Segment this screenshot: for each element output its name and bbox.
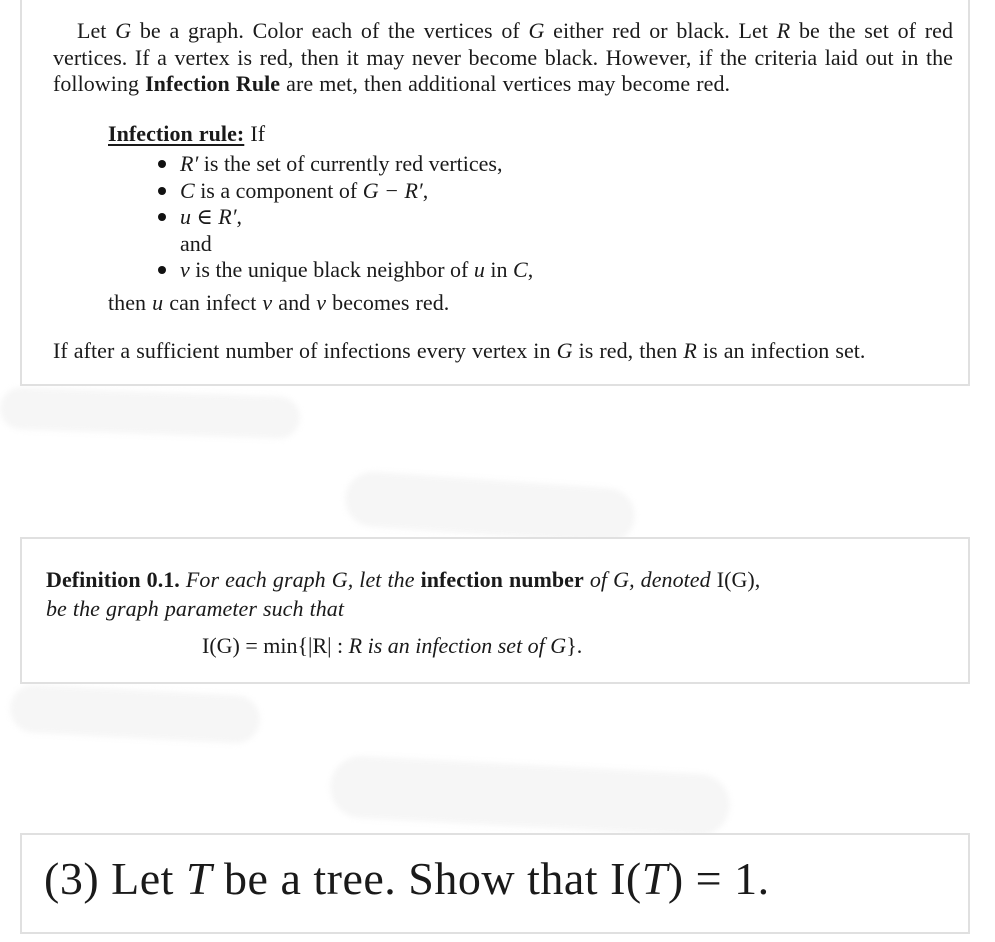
problem-statement: (3) Let T be a tree. Show that I(T) = 1. [44,849,770,909]
text: is the set of currently red vertices, [198,151,503,176]
math: R′ [180,151,199,176]
math: u ∈ R′ [180,204,237,229]
list-item: v is the unique black neighbor of u in C… [152,257,533,284]
text: can infect [163,290,263,315]
intro-paragraph: Let G be a graph. Color each of the vert… [53,18,953,98]
math: v [316,290,327,315]
text: Let [99,853,186,904]
infection-set-definition: If after a sufficient number of infectio… [53,338,963,365]
math-G: G [528,18,545,43]
definition-box: Definition 0.1. For each graph G, let th… [20,537,970,684]
bullet-icon [158,160,166,168]
formula-part: R is an infection set of G [348,633,567,658]
bold-term: Infection Rule [145,71,281,96]
text: of G, denoted [583,567,717,592]
definition-formula: I(G) = min{|R| : R is an infection set o… [202,633,582,659]
text: and [272,290,317,315]
text: is an infection set. [696,338,866,363]
background-smudge [0,386,301,440]
math-G: G [115,18,132,43]
list-connector: and [152,231,533,258]
background-smudge [8,683,262,745]
definition-text: Definition 0.1. For each graph G, let th… [46,565,956,623]
list-item: u ∈ R′, [152,204,533,231]
notation: I(G), [716,567,761,592]
formula-part: I(G) = min{|R| : [202,633,349,658]
text: be a tree. Show that I( [212,853,642,904]
text: be a graph. Color each of the vertices o… [131,18,529,43]
problem-number: (3) [44,853,100,904]
text: If after a sufficient number of infectio… [53,338,557,363]
math: T [641,853,668,904]
rule-conclusion: then u can infect v and v becomes red. [108,290,449,317]
rule-conditions-list: R′ is the set of currently red vertices,… [152,151,533,284]
math: R [683,338,697,363]
math: G − R′ [362,177,423,203]
math: u [152,290,164,315]
text: If [244,121,266,146]
text: , [422,177,429,203]
math: v [180,257,190,282]
text: For each graph G, let the [179,567,421,592]
math: C [513,257,528,282]
rule-title: Infection rule: [108,121,245,146]
text: then [108,290,153,315]
math: T [185,853,213,904]
math: u [473,257,485,282]
math: G [556,338,573,363]
list-item: R′ is the set of currently red vertices, [152,151,533,178]
bullet-icon [158,266,166,274]
infection-rule-box: Let G be a graph. Color each of the vert… [20,0,970,386]
formula-part: }. [566,633,583,658]
background-smudge [328,754,732,838]
text: be the graph parameter such that [46,596,345,621]
bold-term: infection number [420,567,584,592]
text: , [236,204,243,229]
background-smudge [343,469,637,546]
text: are met, then additional vertices may be… [280,71,731,96]
text: is a component of [194,177,363,203]
math-R: R [776,18,791,43]
definition-label: Definition 0.1. [46,567,180,592]
bullet-icon [158,213,166,221]
text: ) = 1. [667,853,770,904]
math: v [262,290,273,315]
problem-box: (3) Let T be a tree. Show that I(T) = 1. [20,833,970,934]
and-label: and [180,230,212,256]
list-item: C is a component of G − R′, [152,178,533,205]
text: is the unique black neighbor of [189,257,474,282]
math: C [180,177,195,203]
infection-rule-heading: Infection rule: If [108,121,265,148]
text: Let [77,18,116,43]
text: in [484,257,513,282]
text: , [527,257,534,282]
bullet-icon [158,186,166,195]
text: either red or black. Let [544,18,777,43]
text: becomes red. [326,290,450,315]
text: is red, then [572,338,684,363]
